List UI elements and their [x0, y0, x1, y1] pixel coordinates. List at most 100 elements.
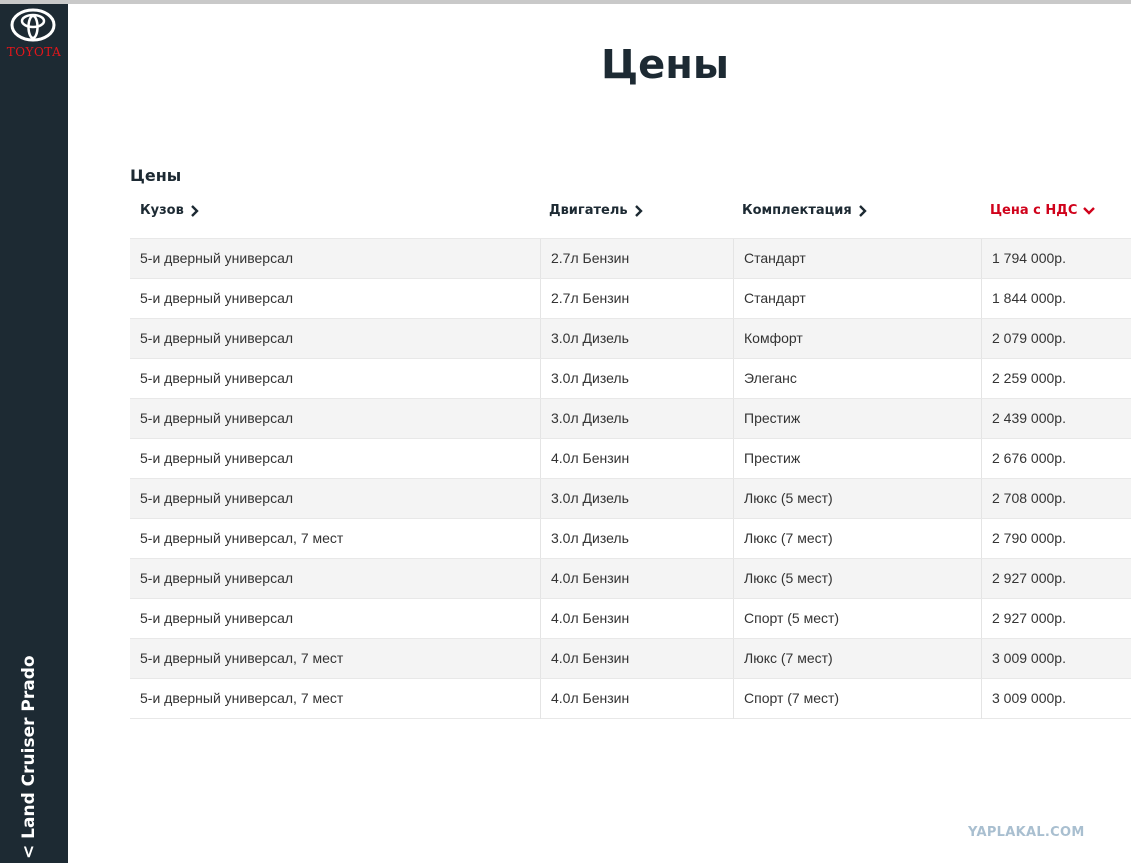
cell-trim: Спорт (5 мест) [744, 610, 840, 626]
column-divider [733, 439, 734, 479]
column-divider [981, 599, 982, 639]
column-divider [540, 519, 541, 559]
column-divider [981, 439, 982, 479]
column-divider [733, 599, 734, 639]
header-label: Комплектация [742, 203, 852, 218]
chevron-down-icon [1083, 207, 1096, 215]
cell-engine: 4.0л Бензин [551, 570, 630, 586]
table-row: 5-и дверный универсал 2.7л Бензин Стандарт… [130, 238, 1131, 279]
cell-engine: 2.7л Бензин [551, 250, 630, 266]
cell-trim: Люкс (5 мест) [744, 570, 833, 586]
table-row: 5-и дверный универсал 2.7л Бензин Стандарт… [130, 278, 1131, 319]
cell-engine: 4.0л Бензин [551, 610, 630, 626]
table-row: 5-и дверный универсал 3.0л Дизель Люкс (5 … [130, 478, 1131, 519]
table-row: 5-и дверный универсал, 7 мест 4.0л Бензин… [130, 678, 1131, 719]
cell-body: 5-и дверный универсал [140, 250, 294, 266]
cell-trim: Стандарт [744, 250, 806, 266]
column-divider [733, 519, 734, 559]
column-divider [540, 559, 541, 599]
column-divider [733, 279, 734, 319]
cell-engine: 3.0л Дизель [551, 410, 629, 426]
cell-trim: Спорт (7 мест) [744, 690, 840, 706]
column-divider [540, 439, 541, 479]
table-row: 5-и дверный универсал, 7 мест 3.0л Дизель… [130, 518, 1131, 559]
cell-trim: Престиж [744, 410, 801, 426]
header-label: Кузов [140, 203, 184, 218]
cell-price: 2 927 000р. [992, 610, 1066, 626]
table-row: 5-и дверный универсал 4.0л Бензин Люкс (5 … [130, 558, 1131, 599]
sidebar: TOYOTA < Land Cruiser Prado [0, 4, 68, 863]
chevron-right-icon [858, 204, 867, 217]
column-divider [733, 559, 734, 599]
column-divider [733, 479, 734, 519]
cell-price: 2 079 000р. [992, 330, 1066, 346]
page-title: Цены [600, 42, 730, 88]
sort-header-trim[interactable]: Комплектация [742, 192, 867, 238]
cell-engine: 3.0л Дизель [551, 530, 629, 546]
column-divider [733, 359, 734, 399]
cell-engine: 3.0л Дизель [551, 490, 629, 506]
column-divider [733, 679, 734, 719]
column-divider [981, 239, 982, 279]
price-table: Кузов Двигатель Комплектация Цена с НДС … [130, 192, 1131, 719]
column-divider [540, 319, 541, 359]
cell-body: 5-и дверный универсал [140, 490, 294, 506]
cell-body: 5-и дверный универсал, 7 мест [140, 530, 344, 546]
cell-body: 5-и дверный универсал [140, 570, 294, 586]
cell-price: 2 790 000р. [992, 530, 1066, 546]
sort-header-body[interactable]: Кузов [140, 192, 199, 238]
cell-body: 5-и дверный универсал, 7 мест [140, 650, 344, 666]
column-divider [981, 519, 982, 559]
cell-body: 5-и дверный универсал [140, 450, 294, 466]
header-label: Двигатель [549, 203, 628, 218]
cell-price: 1 794 000р. [992, 250, 1066, 266]
cell-price: 2 927 000р. [992, 570, 1066, 586]
cell-price: 3 009 000р. [992, 690, 1066, 706]
cell-trim: Престиж [744, 450, 801, 466]
table-row: 5-и дверный универсал, 7 мест 4.0л Бензин… [130, 638, 1131, 679]
cell-engine: 2.7л Бензин [551, 290, 630, 306]
column-divider [981, 679, 982, 719]
cell-engine: 4.0л Бензин [551, 690, 630, 706]
chevron-right-icon [634, 204, 643, 217]
table-row: 5-и дверный универсал 4.0л Бензин Престиж 2… [130, 438, 1131, 479]
cell-trim: Стандарт [744, 290, 806, 306]
toyota-logo[interactable]: TOYOTA [0, 4, 68, 66]
sort-header-price[interactable]: Цена с НДС [990, 192, 1096, 238]
column-divider [981, 559, 982, 599]
cell-engine: 3.0л Дизель [551, 370, 629, 386]
cell-price: 2 439 000р. [992, 410, 1066, 426]
cell-engine: 4.0л Бензин [551, 650, 630, 666]
cell-trim: Элеганс [744, 370, 797, 386]
column-divider [981, 359, 982, 399]
table-header: Кузов Двигатель Комплектация Цена с НДС [130, 192, 1131, 238]
cell-engine: 3.0л Дизель [551, 330, 629, 346]
cell-price: 2 708 000р. [992, 490, 1066, 506]
column-divider [981, 399, 982, 439]
cell-trim: Люкс (5 мест) [744, 490, 833, 506]
header-label: Цена с НДС [990, 203, 1078, 218]
toyota-emblem-icon [10, 8, 56, 42]
cell-engine: 4.0л Бензин [551, 450, 630, 466]
cell-body: 5-и дверный универсал, 7 мест [140, 690, 344, 706]
sort-header-engine[interactable]: Двигатель [549, 192, 643, 238]
chevron-right-icon [190, 204, 199, 217]
column-divider [540, 359, 541, 399]
cell-price: 2 259 000р. [992, 370, 1066, 386]
logo-wordmark: TOYOTA [6, 45, 62, 59]
back-to-model-link[interactable]: < Land Cruiser Prado [18, 655, 40, 859]
column-divider [540, 599, 541, 639]
cell-trim: Комфорт [744, 330, 803, 346]
column-divider [540, 639, 541, 679]
column-divider [540, 279, 541, 319]
cell-trim: Люкс (7 мест) [744, 650, 833, 666]
column-divider [540, 239, 541, 279]
column-divider [733, 319, 734, 359]
table-row: 5-и дверный универсал 3.0л Дизель Престиж 2… [130, 398, 1131, 439]
cell-body: 5-и дверный универсал [140, 290, 294, 306]
cell-body: 5-и дверный универсал [140, 370, 294, 386]
column-divider [981, 279, 982, 319]
table-row: 5-и дверный универсал 3.0л Дизель Элеганс 2… [130, 358, 1131, 399]
column-divider [981, 319, 982, 359]
column-divider [733, 399, 734, 439]
